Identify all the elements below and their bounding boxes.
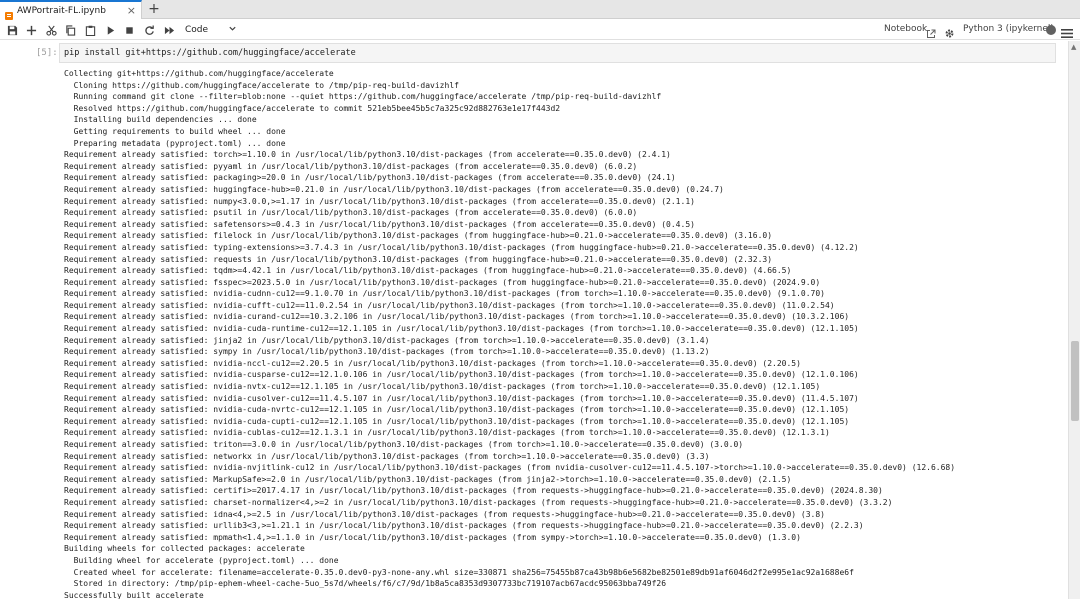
- run-icon[interactable]: [103, 23, 117, 37]
- scrollbar-thumb[interactable]: [1071, 341, 1079, 421]
- cell-type-dropdown[interactable]: Code: [182, 23, 240, 37]
- output-line: Requirement already satisfied: safetenso…: [64, 219, 695, 229]
- output-line: Requirement already satisfied: requests …: [64, 254, 773, 264]
- add-cell-icon[interactable]: [24, 23, 38, 37]
- output-line: Requirement already satisfied: charset-n…: [64, 497, 893, 507]
- notebook-view-label[interactable]: Notebook: [884, 24, 927, 34]
- notebook-toolbar: Code Notebook Python 3 (ipykernel): [0, 20, 1080, 40]
- gear-icon[interactable]: [944, 24, 955, 38]
- output-line: Requirement already satisfied: packaging…: [64, 173, 676, 183]
- kernel-status-indicator: [1046, 25, 1056, 35]
- output-line: Resolved https://github.com/huggingface/…: [64, 103, 561, 113]
- output-line: Running command git clone --filter=blob:…: [64, 92, 662, 102]
- notebook-icon: [4, 6, 14, 20]
- tab-title: AWPortrait-FL.ipynb: [17, 5, 106, 16]
- output-line: Requirement already satisfied: jinja2 in…: [64, 335, 710, 345]
- output-line: Requirement already satisfied: nvidia-cu…: [64, 370, 859, 380]
- code-input-text: pip install git+https://github.com/huggi…: [64, 48, 356, 58]
- output-line: Requirement already satisfied: nvidia-cu…: [64, 405, 850, 415]
- output-line: Requirement already satisfied: triton==3…: [64, 440, 744, 449]
- cell-output: Collecting git+https://github.com/huggin…: [64, 68, 1064, 599]
- output-line: Collecting git+https://github.com/huggin…: [64, 69, 334, 78]
- output-line: Requirement already satisfied: numpy<3.0…: [64, 196, 695, 206]
- output-line: Installing build dependencies ... done: [64, 115, 257, 125]
- notebook-panel: [5]: pip install git+https://github.com/…: [0, 41, 1068, 599]
- fast-forward-icon[interactable]: [162, 23, 176, 37]
- menu-icon[interactable]: [1061, 24, 1073, 38]
- output-line: Requirement already satisfied: nvidia-nv…: [64, 463, 956, 473]
- output-line: Successfully built accelerate: [64, 590, 204, 599]
- new-tab-button[interactable]: +: [146, 2, 162, 17]
- output-line: Requirement already satisfied: tqdm>=4.4…: [64, 266, 792, 276]
- output-line: Requirement already satisfied: nvidia-cu…: [64, 428, 830, 438]
- output-line: Stored in directory: /tmp/pip-ephem-whee…: [64, 579, 667, 589]
- output-line: Requirement already satisfied: nvidia-cu…: [64, 324, 859, 334]
- output-line: Requirement already satisfied: filelock …: [64, 231, 773, 241]
- output-line: Building wheel for accelerate (pyproject…: [64, 555, 339, 565]
- cell-prompt: [5]:: [36, 48, 58, 58]
- output-line: Requirement already satisfied: psutil in…: [64, 208, 638, 218]
- save-icon[interactable]: [5, 23, 19, 37]
- restart-icon[interactable]: [142, 23, 156, 37]
- output-line: Requirement already satisfied: nvidia-cu…: [64, 300, 835, 310]
- output-line: Requirement already satisfied: typing-ex…: [64, 242, 859, 252]
- output-line: Requirement already satisfied: mpmath<1.…: [64, 532, 801, 542]
- cell-type-label: Code: [185, 25, 209, 35]
- external-link-icon[interactable]: [926, 24, 936, 38]
- output-line: Requirement already satisfied: urllib3<3…: [64, 521, 864, 531]
- output-line: Requirement already satisfied: idna<4,>=…: [64, 509, 825, 519]
- output-line: Requirement already satisfied: certifi>=…: [64, 486, 883, 496]
- close-icon[interactable]: ×: [127, 4, 136, 17]
- chevron-down-icon: [228, 24, 237, 36]
- output-line: Requirement already satisfied: nvidia-nc…: [64, 358, 801, 368]
- output-line: Requirement already satisfied: nvidia-cu…: [64, 393, 859, 403]
- output-line: Requirement already satisfied: torch>=1.…: [64, 150, 671, 160]
- kernel-name[interactable]: Python 3 (ipykernel): [963, 24, 1054, 34]
- code-cell-input[interactable]: pip install git+https://github.com/huggi…: [59, 43, 1056, 63]
- output-line: Requirement already satisfied: fsspec>=2…: [64, 277, 821, 287]
- output-line: Requirement already satisfied: MarkupSaf…: [64, 474, 792, 484]
- output-line: Requirement already satisfied: nvidia-nv…: [64, 382, 821, 392]
- output-line: Requirement already satisfied: nvidia-cu…: [64, 289, 825, 299]
- output-line: Building wheels for collected packages: …: [64, 544, 305, 554]
- copy-icon[interactable]: [63, 23, 77, 37]
- output-line: Preparing metadata (pyproject.toml) ... …: [64, 138, 286, 148]
- output-line: Requirement already satisfied: nvidia-cu…: [64, 312, 850, 322]
- output-line: Requirement already satisfied: nvidia-cu…: [64, 416, 850, 426]
- output-line: Requirement already satisfied: pyyaml in…: [64, 161, 638, 171]
- cut-icon[interactable]: [44, 23, 58, 37]
- paste-icon[interactable]: [83, 23, 97, 37]
- tab-bar: AWPortrait-FL.ipynb × +: [0, 0, 1080, 20]
- vertical-scrollbar[interactable]: ▲: [1068, 41, 1080, 599]
- output-line: Getting requirements to build wheel ... …: [64, 126, 286, 136]
- output-line: Requirement already satisfied: sympy in …: [64, 347, 710, 357]
- output-line: Requirement already satisfied: networkx …: [64, 451, 710, 461]
- output-line: Created wheel for accelerate: filename=a…: [64, 567, 854, 577]
- scroll-up-icon[interactable]: ▲: [1071, 43, 1076, 51]
- output-line: Requirement already satisfied: huggingfa…: [64, 184, 724, 194]
- stop-icon[interactable]: [122, 23, 136, 37]
- tab-notebook[interactable]: AWPortrait-FL.ipynb ×: [0, 0, 142, 20]
- output-line: Cloning https://github.com/huggingface/a…: [64, 80, 459, 90]
